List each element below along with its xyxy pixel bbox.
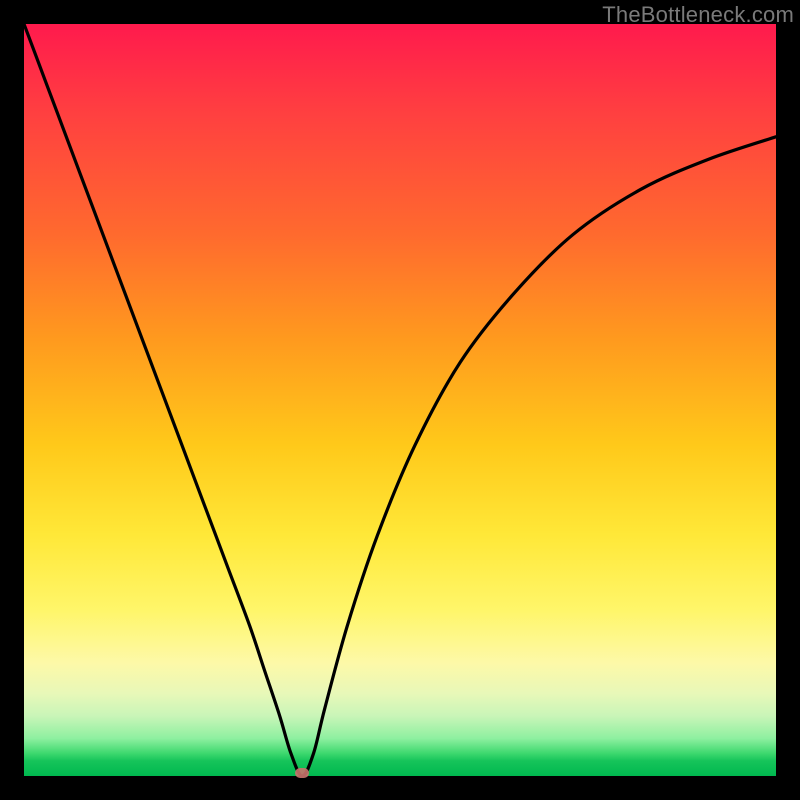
bottleneck-curve-path <box>24 24 776 776</box>
optimal-point-marker <box>295 768 309 778</box>
chart-curve-svg <box>24 24 776 776</box>
chart-frame <box>24 24 776 776</box>
